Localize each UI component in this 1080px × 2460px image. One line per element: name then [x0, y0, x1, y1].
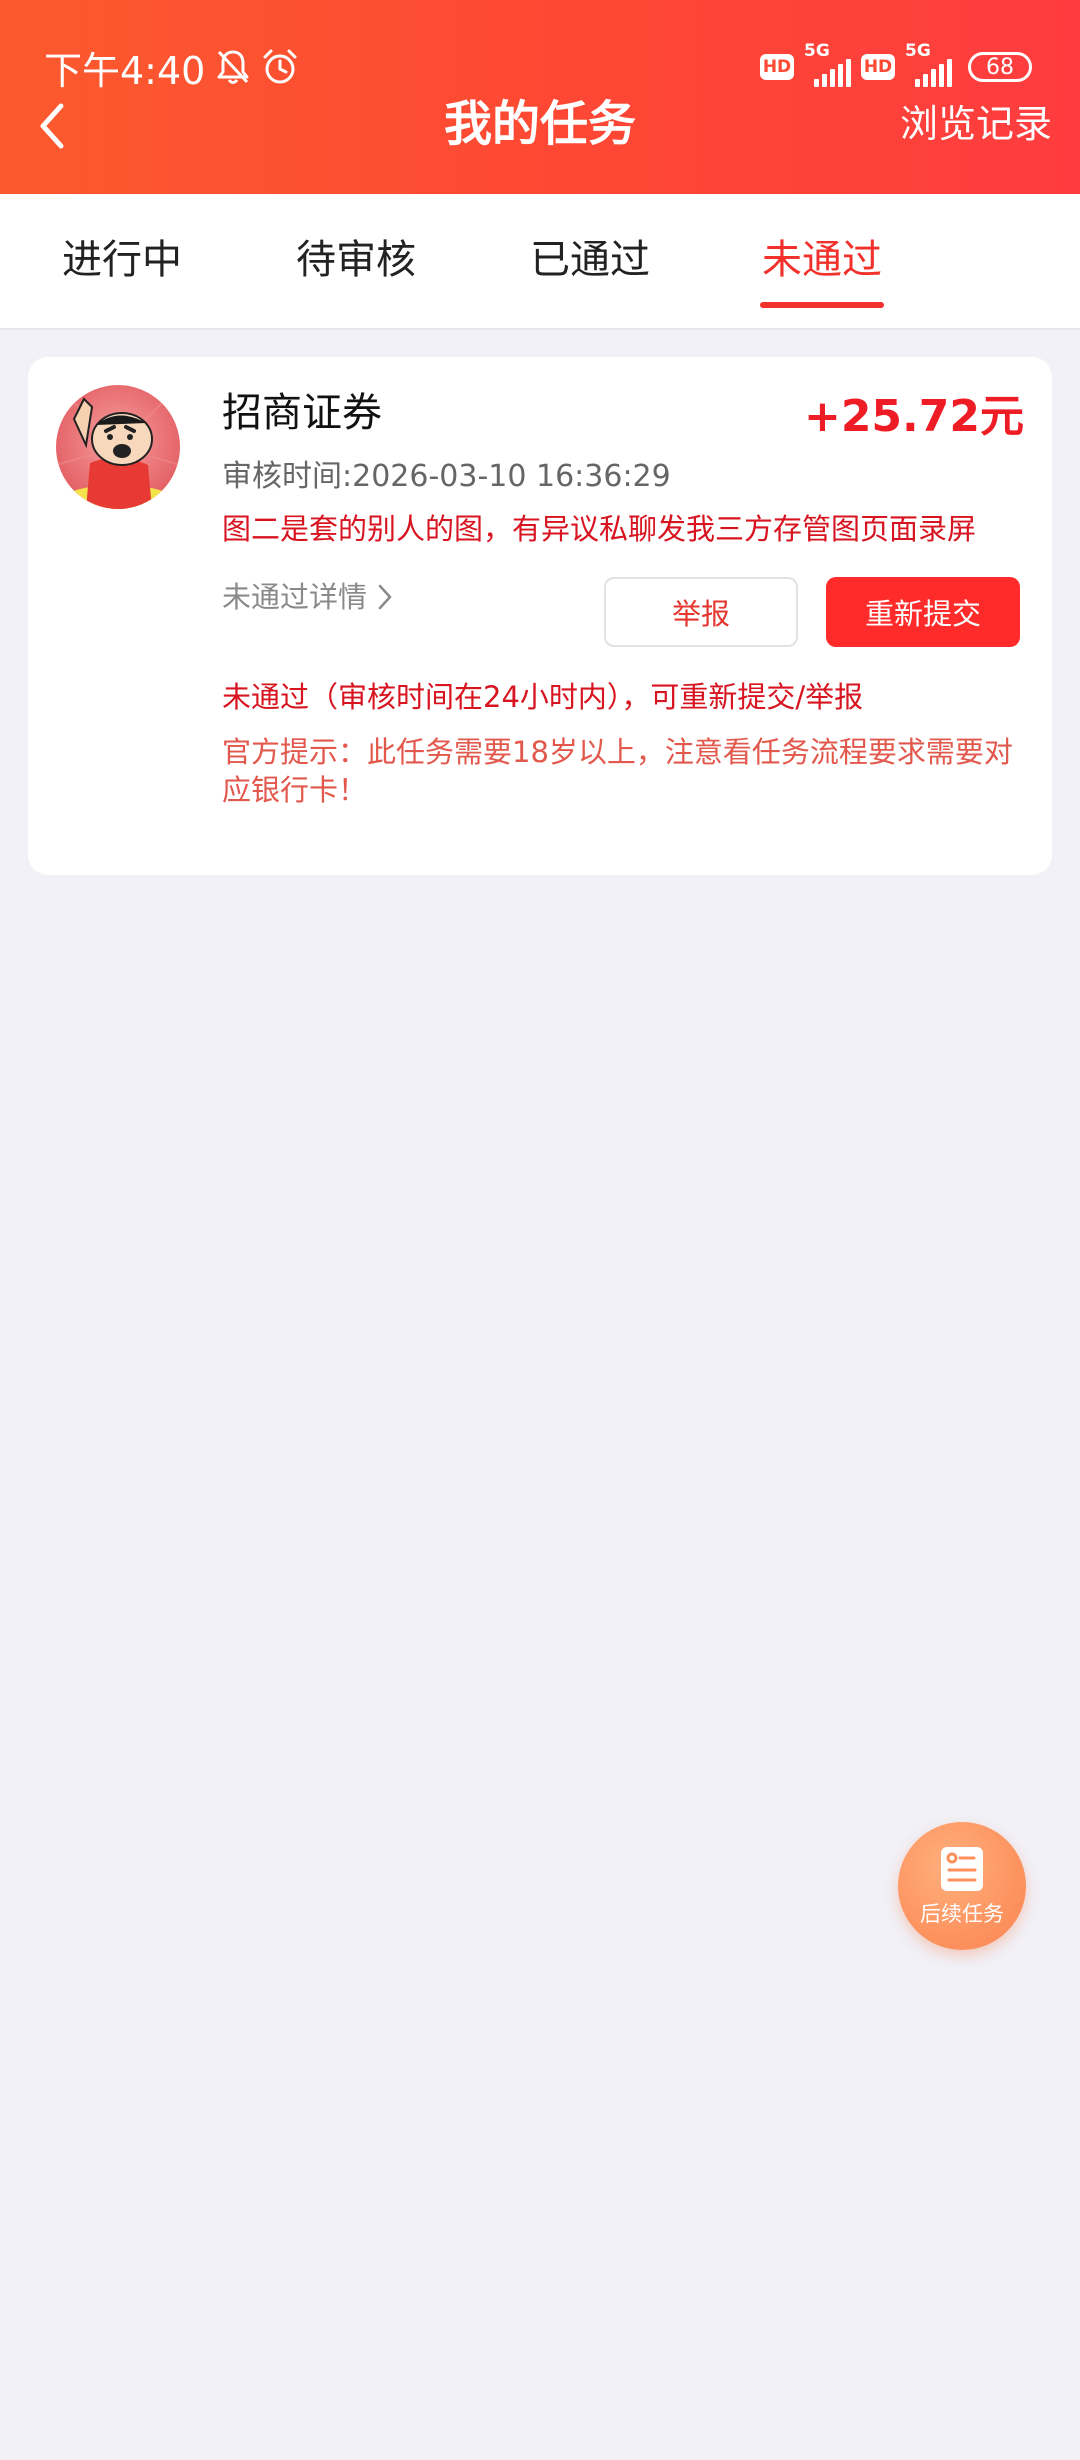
- alarm-icon: [261, 48, 299, 86]
- mute-bell-icon: [215, 48, 251, 86]
- official-tip: 官方提示：此任务需要18岁以上，注意看任务流程要求需要对应银行卡！: [222, 735, 1013, 807]
- reward-amount: +25.72元: [803, 391, 1024, 442]
- browse-history-link[interactable]: 浏览记录: [900, 96, 1052, 152]
- follow-up-tasks-label: 后续任务: [920, 1902, 1004, 1926]
- task-card: 招商证券 +25.72元 审核时间:2026-03-10 16:36:29 图二…: [28, 357, 1052, 875]
- task-status-tabs: 进行中 待审核 已通过 未通过: [0, 194, 1080, 330]
- resubmit-button[interactable]: 重新提交: [826, 577, 1020, 647]
- tab-rejected[interactable]: 未通过: [762, 232, 882, 288]
- active-tab-indicator: [760, 302, 884, 308]
- document-icon: [941, 1847, 983, 1891]
- report-button[interactable]: 举报: [604, 577, 798, 647]
- hd-badge: HD: [760, 54, 794, 80]
- avatar: [56, 385, 180, 509]
- status-bar-right: HD 5G HD 5G 68: [760, 41, 1032, 90]
- tab-approved[interactable]: 已通过: [530, 232, 650, 288]
- network-type: 5G: [905, 41, 931, 61]
- tab-pending-review[interactable]: 待审核: [296, 232, 416, 288]
- review-time: 审核时间:2026-03-10 16:36:29: [222, 459, 671, 494]
- signal-icon: 5G: [804, 41, 851, 87]
- reject-reason: 图二是套的别人的图，有异议私聊发我三方存管图页面录屏: [222, 512, 977, 546]
- reject-detail-link[interactable]: 未通过详情: [222, 575, 393, 619]
- hd-badge: HD: [861, 54, 895, 80]
- follow-up-tasks-button[interactable]: 后续任务: [898, 1822, 1026, 1950]
- app-header: 下午4:40 HD 5G HD 5G 68 我的任务 浏览记录: [0, 0, 1080, 194]
- battery-level: 68: [986, 54, 1014, 80]
- network-type: 5G: [804, 41, 830, 61]
- task-title: 招商证券: [222, 390, 382, 436]
- reject-detail-label: 未通过详情: [222, 580, 368, 614]
- status-time: 下午4:40: [44, 48, 206, 93]
- tab-in-progress[interactable]: 进行中: [62, 232, 182, 288]
- signal-icon: 5G: [905, 41, 952, 87]
- battery-icon: 68: [968, 52, 1032, 82]
- status-bar-left: 下午4:40: [44, 42, 299, 93]
- rejection-status-note: 未通过（审核时间在24小时内），可重新提交/举报: [222, 680, 864, 714]
- chevron-right-icon: [378, 584, 392, 610]
